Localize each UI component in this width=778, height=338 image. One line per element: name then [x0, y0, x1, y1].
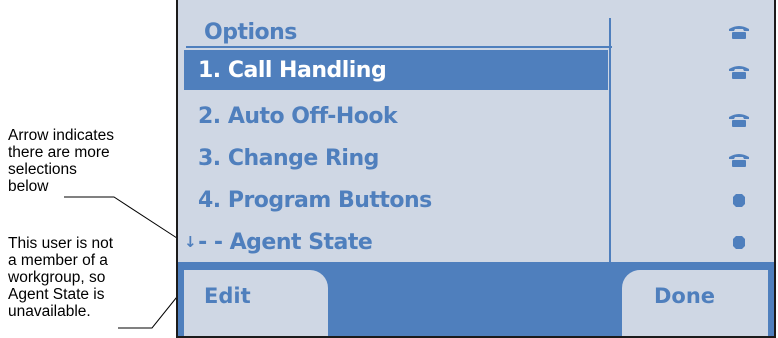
phone-icon	[728, 24, 750, 40]
more-below-arrow-icon: ↓	[184, 233, 197, 251]
done-softkey[interactable]: Done	[622, 270, 768, 336]
menu-item-label: 1. Call Handling	[198, 57, 387, 83]
menu-item-auto-off-hook[interactable]: 2. Auto Off-Hook	[184, 96, 608, 136]
phone-icon	[728, 112, 750, 128]
dot-icon	[728, 235, 750, 251]
menu-item-program-buttons[interactable]: 4. Program Buttons	[184, 180, 608, 220]
menu-item-call-handling[interactable]: 1. Call Handling	[184, 50, 608, 90]
menu-item-label: - - Agent State	[198, 229, 373, 255]
title-divider	[186, 46, 612, 48]
menu-item-label: 4. Program Buttons	[198, 187, 432, 213]
menu-item-change-ring[interactable]: 3. Change Ring	[184, 138, 608, 178]
phone-icon	[728, 152, 750, 168]
icon-column-divider	[609, 18, 611, 262]
dot-icon	[728, 193, 750, 209]
edit-softkey[interactable]: Edit	[184, 270, 328, 336]
menu-item-label: 3. Change Ring	[198, 145, 379, 171]
menu-item-agent-state: ↓ - - Agent State	[184, 222, 608, 262]
phone-icon	[728, 64, 750, 80]
leader-line-more-arrow	[64, 196, 181, 241]
phone-display-screen: Options 1. Call Handling 2. Auto Off-Hoo…	[176, 0, 776, 338]
menu-item-label: 2. Auto Off-Hook	[198, 103, 398, 129]
